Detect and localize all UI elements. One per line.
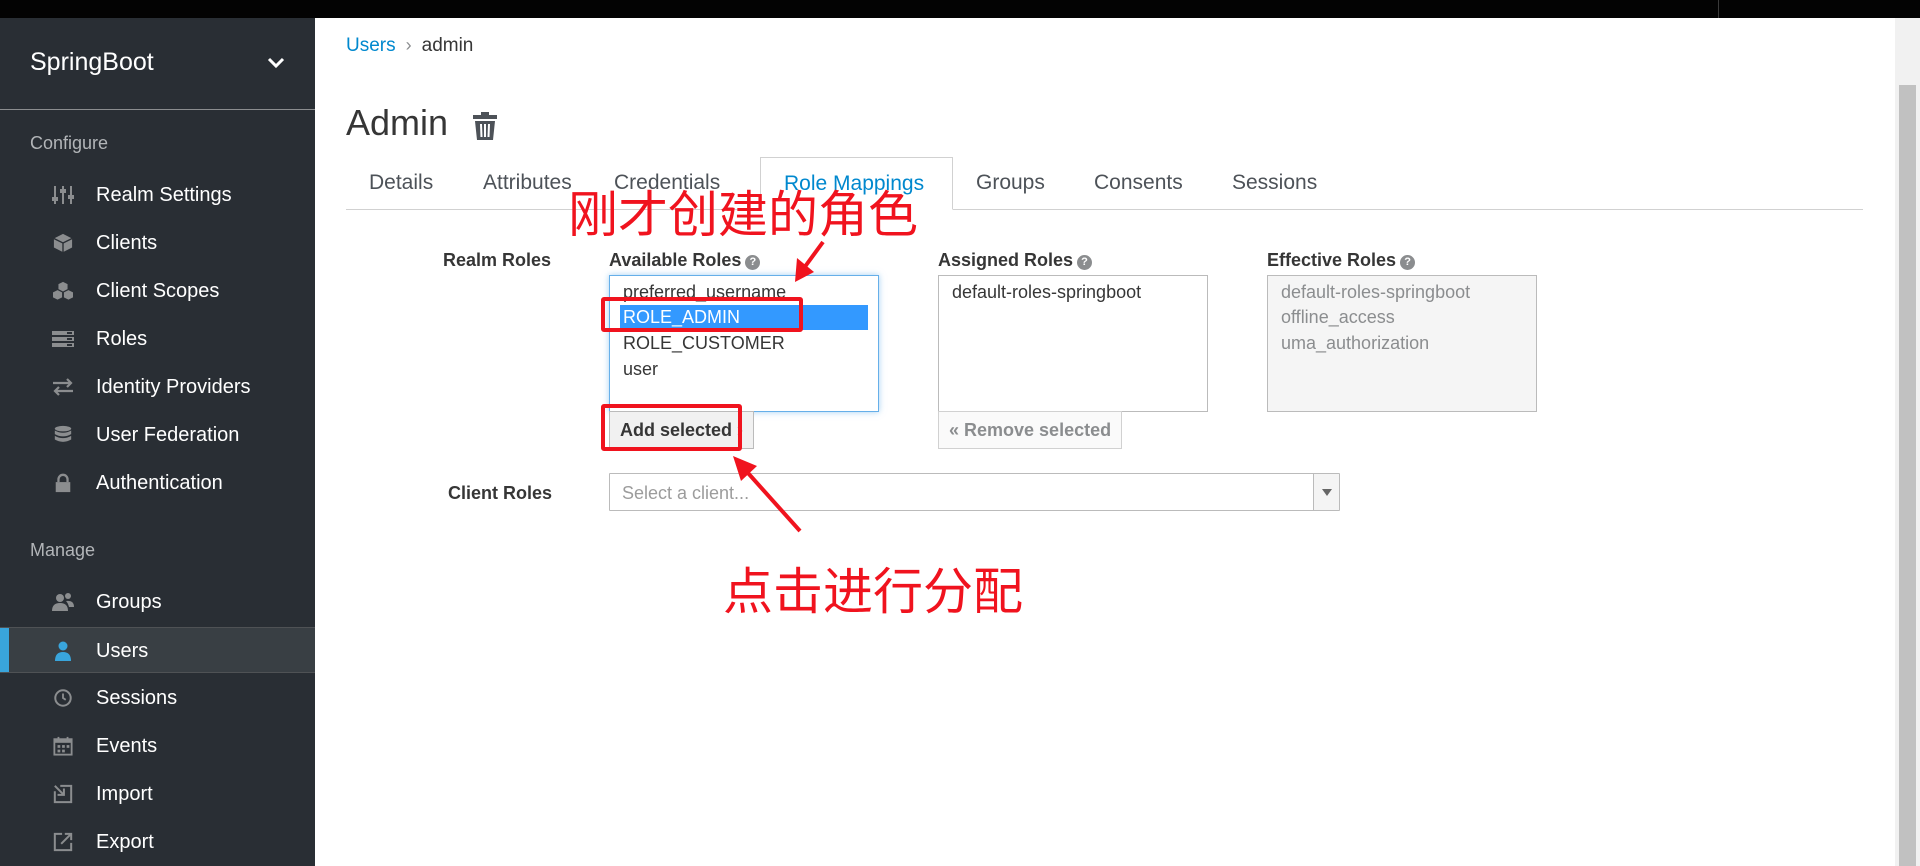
scrollbar-thumb[interactable] (1899, 85, 1916, 866)
assigned-roles-label: Assigned Roles? (938, 250, 1093, 271)
sliders-icon (52, 186, 74, 204)
sidebar-item-label: Sessions (96, 687, 178, 709)
breadcrumb: Users › admin (346, 35, 473, 57)
calendar-icon (53, 736, 73, 756)
breadcrumb-current: admin (421, 35, 474, 56)
sidebar-item-export[interactable]: Export (0, 819, 315, 865)
sidebar: SpringBoot Configure Realm Settings Clie… (0, 18, 315, 866)
sidebar-item-label: Identity Providers (96, 376, 251, 398)
available-roles-label: Available Roles? (609, 250, 761, 271)
sidebar-item-label: Client Scopes (96, 280, 220, 302)
main-content: Users › admin Admin Details Attributes Cre… (315, 18, 1895, 866)
sidebar-item-clients[interactable]: Clients (0, 220, 315, 266)
sidebar-item-user-federation[interactable]: User Federation (0, 412, 315, 458)
breadcrumb-separator: › (405, 35, 412, 55)
sidebar-item-label: Users (96, 640, 149, 662)
top-bar (0, 0, 1920, 18)
tab-groups[interactable]: Groups (953, 157, 1071, 210)
available-roles-list[interactable]: preferred_username ROLE_ADMIN ROLE_CUSTO… (609, 275, 879, 412)
import-icon (53, 784, 73, 804)
sidebar-item-label: Export (96, 831, 154, 853)
sidebar-item-label: Realm Settings (96, 184, 232, 206)
tab-details[interactable]: Details (346, 157, 461, 210)
sidebar-item-label: Groups (96, 591, 162, 613)
lock-icon (55, 473, 71, 493)
available-role-option[interactable]: user (620, 357, 658, 382)
effective-role-option: uma_authorization (1281, 333, 1430, 353)
cubes-icon (53, 281, 73, 300)
client-select-toggle[interactable] (1313, 474, 1339, 510)
client-roles-label: Client Roles (448, 483, 553, 503)
realm-roles-label: Realm Roles (443, 250, 552, 270)
manage-section-title: Manage (30, 540, 96, 560)
page-scrollbar[interactable] (1895, 18, 1920, 866)
user-icon (55, 641, 71, 661)
realm-selector[interactable]: SpringBoot (0, 18, 315, 110)
caret-down-icon (1322, 489, 1332, 496)
highlight-role-admin (601, 297, 803, 332)
users-icon (52, 593, 74, 611)
available-roles-label-text: Available Roles (609, 250, 742, 270)
sidebar-item-roles[interactable]: Roles (0, 316, 315, 362)
assigned-roles-list[interactable]: default-roles-springboot (938, 275, 1208, 412)
exchange-icon (53, 378, 73, 396)
effective-role-option: offline_access (1281, 307, 1395, 327)
active-indicator (0, 628, 9, 672)
list-icon (52, 331, 74, 347)
help-icon[interactable]: ? (1400, 255, 1416, 270)
annotation-role-note: 刚才创建的角色 (568, 186, 918, 244)
sidebar-item-label: Clients (96, 232, 158, 254)
assigned-role-option[interactable]: default-roles-springboot (949, 280, 1141, 305)
sidebar-item-label: Import (96, 783, 153, 805)
effective-role-option: default-roles-springboot (1281, 282, 1471, 302)
annotation-click-note: 点击进行分配 (723, 563, 1023, 621)
sidebar-item-groups[interactable]: Groups (0, 579, 315, 625)
remove-selected-button[interactable]: « Remove selected (938, 411, 1123, 449)
breadcrumb-users-link[interactable]: Users (346, 35, 396, 56)
effective-roles-label: Effective Roles? (1267, 250, 1416, 271)
sidebar-item-client-scopes[interactable]: Client Scopes (0, 268, 315, 314)
sidebar-item-import[interactable]: Import (0, 771, 315, 817)
cube-icon (53, 233, 73, 253)
sidebar-item-label: Events (96, 735, 158, 757)
sidebar-item-authentication[interactable]: Authentication (0, 460, 315, 506)
available-role-option[interactable]: ROLE_CUSTOMER (620, 331, 785, 356)
sidebar-item-label: Roles (96, 328, 148, 350)
chevron-down-icon (267, 57, 285, 69)
sidebar-item-label: User Federation (96, 424, 240, 446)
realm-name: SpringBoot (30, 48, 154, 76)
effective-roles-label-text: Effective Roles (1267, 250, 1397, 270)
highlight-add-selected (601, 404, 742, 451)
sidebar-item-realm-settings[interactable]: Realm Settings (0, 172, 315, 218)
tab-consents[interactable]: Consents (1071, 157, 1209, 210)
page-title: Admin (346, 102, 449, 143)
sidebar-item-identity-providers[interactable]: Identity Providers (0, 364, 315, 410)
sidebar-item-users[interactable]: Users (0, 627, 315, 673)
tab-sessions[interactable]: Sessions (1209, 157, 1344, 210)
assigned-roles-label-text: Assigned Roles (938, 250, 1074, 270)
database-icon (54, 425, 72, 442)
sidebar-item-sessions[interactable]: Sessions (0, 675, 315, 721)
sidebar-item-label: Authentication (96, 472, 223, 494)
sidebar-item-events[interactable]: Events (0, 723, 315, 769)
export-icon (53, 832, 73, 852)
trash-icon[interactable] (472, 111, 498, 141)
effective-roles-list: default-roles-springboot offline_access … (1267, 275, 1537, 412)
client-select[interactable]: Select a client... (609, 473, 1340, 511)
configure-section-title: Configure (30, 133, 109, 153)
help-icon[interactable]: ? (745, 255, 761, 270)
clock-icon (54, 689, 72, 707)
help-icon[interactable]: ? (1077, 255, 1093, 270)
top-bar-divider (1718, 0, 1719, 18)
client-select-placeholder: Select a client... (622, 483, 750, 503)
